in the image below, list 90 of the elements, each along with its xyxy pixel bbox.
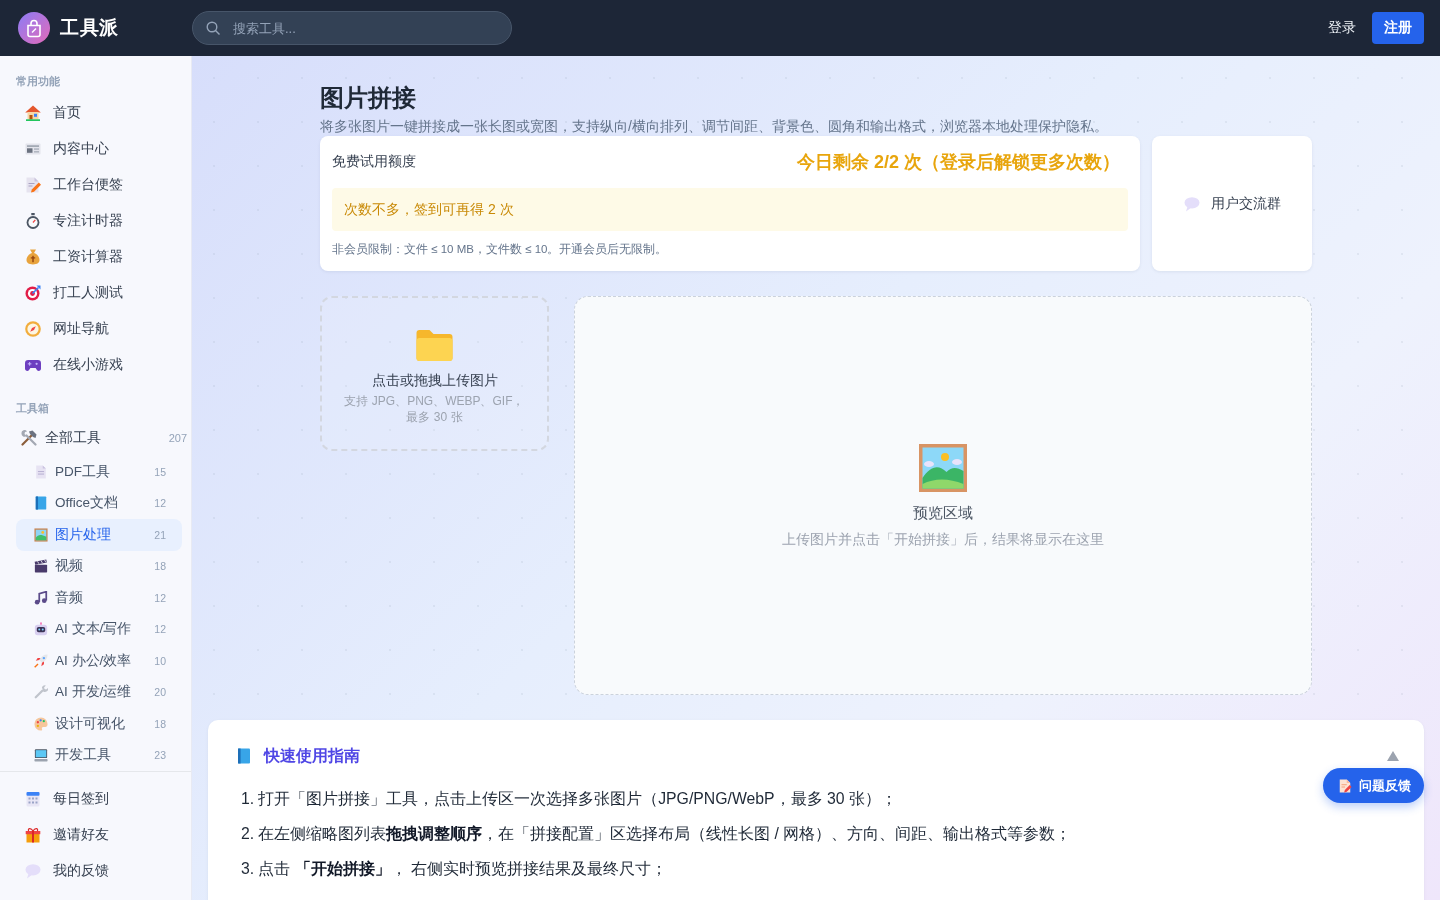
- sidebar-item[interactable]: 开发工具 23: [16, 739, 182, 771]
- sidebar-item[interactable]: 图片处理 21: [16, 519, 182, 551]
- item-count: 12: [154, 623, 166, 636]
- logo-icon[interactable]: [18, 12, 50, 44]
- stopwatch-icon: [25, 213, 41, 229]
- memo-icon: [25, 177, 41, 193]
- sidebar-item[interactable]: AI 办公/效率 10: [16, 645, 182, 677]
- robot-icon: [34, 622, 48, 637]
- sidebar-item[interactable]: PDF工具 15: [16, 456, 182, 488]
- page-title: 图片拼接: [320, 83, 416, 113]
- search-field[interactable]: 搜索工具...: [192, 11, 512, 45]
- register-button[interactable]: 注册: [1372, 12, 1424, 44]
- sidebar-item[interactable]: 专注计时器: [16, 203, 182, 239]
- page-subtitle: 将多张图片一键拼接成一张长图或宽图，支持纵向/横向排列、调节间距、背景色、圆角和输出格式，浏览器本地处理保护隐私。: [320, 117, 1108, 135]
- limits-note: 非会员限制：文件 ≤ 10 MB，文件数 ≤ 10。开通会员后无限制。: [332, 242, 669, 257]
- item-count: 21: [154, 528, 166, 541]
- sidebar-item[interactable]: 音频 12: [16, 582, 182, 614]
- item-count: 18: [154, 717, 166, 730]
- target-icon: [25, 285, 41, 301]
- step-number: 1.: [241, 789, 255, 809]
- calendar-icon: [25, 791, 41, 807]
- upload-dropzone[interactable]: 点击或拖拽上传图片 支持 JPG、PNG、WEBP、GIF，最多 30 张: [320, 296, 549, 451]
- preview-title: 预览区域: [913, 502, 973, 523]
- sidebar-item[interactable]: 每日签到: [16, 781, 182, 817]
- sidebar-item[interactable]: AI 开发/运维 20: [16, 676, 182, 708]
- hammer-wrench-icon: [21, 430, 37, 446]
- item-count: 10: [154, 654, 166, 667]
- sidebar-item[interactable]: 全部工具 207: [16, 420, 187, 456]
- item-count: 12: [154, 591, 166, 604]
- step-number: 3.: [241, 859, 255, 879]
- step-number: 2.: [241, 824, 255, 844]
- item-count: 23: [154, 749, 166, 762]
- item-count: 15: [154, 465, 166, 478]
- book-icon: [236, 748, 252, 764]
- rocket-icon: [34, 653, 48, 668]
- item-count: 12: [154, 497, 166, 510]
- login-link[interactable]: 登录: [1328, 19, 1356, 37]
- guide-title: 快速使用指南: [264, 745, 360, 766]
- section-label: 常用功能: [15, 74, 60, 89]
- upload-hint: 支持 JPG、PNG、WEBP、GIF，最多 30 张: [343, 393, 526, 425]
- notice-banner: 次数不多，签到可再得 2 次: [332, 188, 1128, 231]
- feedback-button[interactable]: 问题反馈: [1323, 768, 1424, 803]
- step-text: 打开「图片拼接」工具，点击上传区一次选择多张图片（JPG/PNG/WebP，最多 30 张）；: [258, 789, 897, 809]
- palette-icon: [34, 716, 48, 731]
- computer-icon: [34, 748, 48, 763]
- sidebar-item[interactable]: 邀请好友: [16, 817, 182, 853]
- step-text: 在左侧缩略图列表拖拽调整顺序，在「拼接配置」区选择布局（线性长图 / 网格）、方向、间距、输出格式等参数；: [258, 824, 1072, 844]
- sidebar-item[interactable]: 在线小游戏: [16, 347, 182, 383]
- speech-bubble-icon: [25, 863, 41, 879]
- community-card[interactable]: 用户交流群: [1152, 136, 1312, 271]
- folder-icon: [416, 329, 453, 361]
- section-label: 工具箱: [15, 401, 49, 416]
- sidebar-item[interactable]: 内容中心: [16, 131, 182, 167]
- upload-title: 点击或拖拽上传图片: [371, 371, 498, 389]
- house-icon: [25, 105, 41, 121]
- item-count: 20: [154, 686, 166, 699]
- compass-icon: [25, 321, 41, 337]
- sidebar-item[interactable]: 工资计算器: [16, 239, 182, 275]
- item-count: 18: [154, 560, 166, 573]
- logo-text[interactable]: 工具派: [60, 15, 119, 41]
- picture-icon: [919, 443, 967, 492]
- sidebar-item[interactable]: 打工人测试: [16, 275, 182, 311]
- item-count: 207: [168, 432, 187, 444]
- community-label: 用户交流群: [1210, 194, 1281, 213]
- newspaper-icon: [25, 141, 41, 157]
- sidebar-item[interactable]: Office文档 12: [16, 487, 182, 519]
- quota-label: 免费试用额度: [332, 153, 416, 171]
- speech-bubble-icon: [1183, 195, 1200, 212]
- sidebar-item[interactable]: 网址导航: [16, 311, 182, 347]
- sidebar-item[interactable]: 首页: [16, 95, 182, 131]
- sidebar-item[interactable]: 我的反馈: [16, 853, 182, 889]
- book-icon: [34, 496, 48, 511]
- money-bag-icon: [25, 249, 41, 265]
- memo-icon: [1338, 778, 1352, 793]
- step-text: 点击 「开始拼接」， 右侧实时预览拼接结果及最终尺寸；: [258, 859, 667, 879]
- sidebar-item[interactable]: AI 文本/写作 12: [16, 613, 182, 645]
- gamepad-icon: [25, 357, 41, 373]
- sidebar-item[interactable]: 视频 18: [16, 550, 182, 582]
- sidebar-item[interactable]: 工作台便签: [16, 167, 182, 203]
- sidebar-item[interactable]: 设计可视化 18: [16, 708, 182, 740]
- gift-icon: [25, 827, 41, 843]
- music-note-icon: [34, 590, 48, 605]
- clapperboard-icon: [34, 559, 48, 574]
- document-icon: [34, 464, 48, 479]
- remaining-count: 今日剩余 2/2 次（登录后解锁更多次数）: [796, 151, 1120, 174]
- wrench-icon: [34, 685, 48, 700]
- caret-up-icon: [1387, 751, 1399, 761]
- picture-icon: [34, 527, 48, 542]
- preview-hint: 上传图片并点击「开始拼接」后，结果将显示在这里: [782, 529, 1104, 548]
- search-icon: [206, 21, 220, 35]
